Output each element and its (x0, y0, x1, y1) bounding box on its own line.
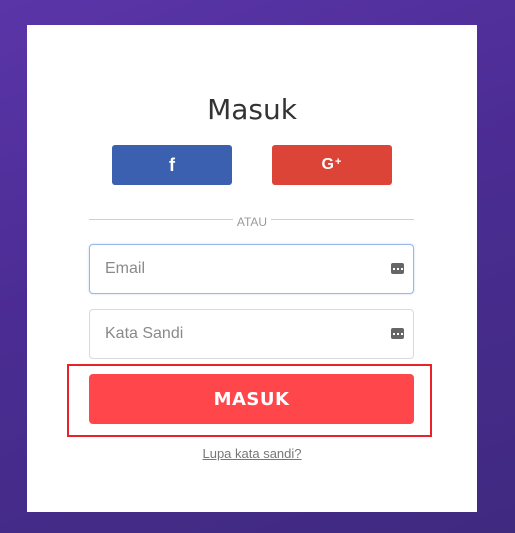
divider-line (89, 219, 414, 220)
submit-highlight-outline (67, 364, 432, 437)
facebook-login-button[interactable]: f (112, 145, 232, 185)
password-input[interactable] (90, 310, 413, 358)
google-plus-login-button[interactable]: G+ (272, 145, 392, 185)
page-title: Masuk (207, 93, 297, 126)
google-plus-icon: G+ (321, 156, 343, 173)
autofill-key-icon[interactable] (391, 328, 404, 339)
email-input[interactable] (90, 245, 413, 293)
divider-label: ATAU (27, 211, 477, 230)
forgot-password-link[interactable]: Lupa kata sandi? (202, 446, 301, 461)
password-field[interactable] (89, 309, 414, 359)
email-field[interactable] (89, 244, 414, 294)
autofill-key-icon[interactable] (391, 263, 404, 274)
facebook-icon: f (169, 154, 175, 175)
forgot-password: Lupa kata sandi? (27, 446, 477, 461)
login-card: Masuk f G+ ATAU MASUK Lupa kata sandi? (27, 25, 477, 512)
